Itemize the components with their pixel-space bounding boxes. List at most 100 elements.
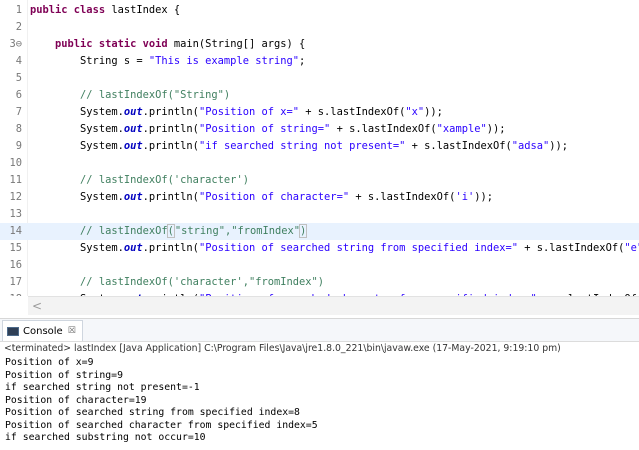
code-token: + s.lastIndexOf( — [330, 123, 437, 135]
line-number: 14 — [9, 225, 22, 237]
line-number: 10 — [9, 157, 22, 169]
line-number: 4 — [15, 55, 22, 67]
code-text[interactable]: // lastIndexOf("String") — [30, 87, 230, 104]
code-text[interactable]: String s = "This is example string"; — [30, 53, 305, 70]
console-status-line: <terminated> lastIndex [Java Application… — [4, 343, 561, 354]
console-output-line: Position of searched character from spec… — [5, 419, 318, 431]
line-number: 16 — [9, 259, 22, 271]
line-number: 1 — [15, 4, 22, 16]
code-token: out — [123, 140, 143, 152]
code-token: "xample" — [436, 123, 487, 135]
console-output-line: Position of character=19 — [5, 394, 147, 406]
code-token: void — [142, 38, 174, 50]
line-number: 8 — [15, 123, 22, 135]
console-view-tabbar: Console ☒ — [0, 318, 639, 342]
code-token: .println( — [142, 242, 199, 254]
close-icon[interactable]: ☒ — [68, 326, 76, 336]
code-token: )); — [549, 140, 569, 152]
code-line[interactable]: 6 // lastIndexOf("String") — [0, 87, 639, 104]
code-line-current[interactable]: 14 // lastIndexOf("string","fromIndex") — [0, 223, 639, 240]
code-line[interactable]: 4 String s = "This is example string"; — [0, 53, 639, 70]
code-line[interactable]: 11 // lastIndexOf('character') — [0, 172, 639, 189]
line-number: 15 — [9, 242, 22, 254]
line-number: 7 — [15, 106, 22, 118]
code-token: + s.lastIndexOf( — [517, 242, 625, 254]
code-line[interactable]: 16 — [0, 257, 639, 274]
code-line[interactable]: 5 — [0, 70, 639, 87]
code-editor[interactable]: 1 public class lastIndex {2 3⊖ public stat… — [0, 0, 639, 296]
console-tab[interactable]: Console ☒ — [2, 320, 83, 341]
code-token: + s.lastIndexOf( — [299, 106, 406, 118]
code-text[interactable]: public class lastIndex { — [30, 2, 180, 19]
scroll-left-arrow-icon[interactable]: < — [32, 299, 42, 313]
code-token: "Position of x=" — [198, 106, 300, 118]
code-token: "x" — [405, 106, 425, 118]
code-token: out — [123, 242, 143, 254]
code-line[interactable]: 7 System.out.println("Position of x=" + … — [0, 104, 639, 121]
line-number: 12 — [9, 191, 22, 203]
code-token: )); — [486, 123, 506, 135]
code-line[interactable]: 9 System.out.println("if searched string… — [0, 138, 639, 155]
code-token: "Position of string=" — [198, 123, 331, 135]
line-number: 13 — [9, 208, 22, 220]
code-token: "adsa" — [511, 140, 550, 152]
code-token: static — [98, 38, 143, 50]
console-output-line: if searched string not present=-1 — [5, 382, 200, 393]
code-token: // lastIndexOf — [80, 225, 168, 237]
code-text[interactable]: System.out.println("Position of characte… — [30, 189, 493, 206]
horizontal-scrollbar[interactable]: < — [28, 296, 639, 315]
code-line[interactable]: 17 // lastIndexOf('character',"fromIndex… — [0, 274, 639, 291]
code-text[interactable]: public static void main(String[] args) { — [30, 36, 305, 53]
code-token: "Position of searched string from specif… — [198, 242, 518, 254]
code-token: public — [55, 38, 99, 50]
code-token: System. — [30, 140, 124, 152]
code-line[interactable]: 2 — [0, 19, 639, 36]
code-token: .println( — [142, 140, 199, 152]
console-tab-label: Console — [23, 325, 63, 337]
line-number: 17 — [9, 276, 22, 288]
code-line[interactable]: 8 System.out.println("Position of string… — [0, 121, 639, 138]
code-text[interactable]: // lastIndexOf('character',"fromIndex") — [30, 274, 324, 291]
code-line[interactable]: 12 System.out.println("Position of chara… — [0, 189, 639, 206]
code-token: main(String[] args) { — [173, 38, 306, 50]
console-output-line: Position of searched string from specifi… — [5, 407, 300, 418]
code-line[interactable]: 13 — [0, 206, 639, 223]
line-number: 11 — [9, 174, 22, 186]
code-token: "e" — [624, 242, 639, 254]
code-text[interactable]: System.out.println("Position of string="… — [30, 121, 506, 138]
code-line[interactable]: 15 System.out.println("Position of searc… — [0, 240, 639, 257]
console-output-line: Position of x=9 — [5, 357, 94, 368]
code-text[interactable]: // lastIndexOf('character') — [30, 172, 249, 189]
console-icon — [7, 326, 19, 336]
code-token: System. — [30, 191, 124, 203]
code-line[interactable]: 3⊖ public static void main(String[] args… — [0, 36, 639, 53]
code-token: out — [123, 191, 143, 203]
console-output-line: Position of string=9 — [5, 369, 123, 381]
code-text[interactable]: System.out.println("if searched string n… — [30, 138, 568, 155]
line-number: 18 — [0, 291, 22, 296]
code-token: )); — [474, 191, 493, 203]
code-token: 'i' — [455, 191, 475, 203]
code-line[interactable]: 10 — [0, 155, 639, 172]
code-token: ) — [298, 224, 308, 238]
code-token: // lastIndexOf('character',"fromIndex") — [80, 276, 325, 288]
code-token: System. — [30, 242, 124, 254]
code-text[interactable]: System.out.println("Position of searched… — [30, 240, 639, 257]
code-line[interactable]: 1 public class lastIndex { — [0, 2, 639, 19]
code-text[interactable]: // lastIndexOf("string","fromIndex") — [30, 223, 308, 240]
code-token: "if searched string not present=" — [198, 140, 406, 152]
line-number: 9 — [15, 140, 22, 152]
code-token: "This is example string" — [148, 55, 299, 67]
console-output[interactable]: Position of x=9 Position of string=9 if se… — [0, 357, 639, 445]
code-token: "string","fromIndex" — [174, 225, 301, 237]
code-token: public — [30, 4, 74, 16]
code-token: out — [123, 123, 143, 135]
code-text[interactable]: System.out.println("Position of x=" + s.… — [30, 104, 443, 121]
code-token: // lastIndexOf('character') — [80, 174, 249, 186]
line-number: 5 — [15, 72, 22, 84]
code-token: out — [123, 106, 143, 118]
